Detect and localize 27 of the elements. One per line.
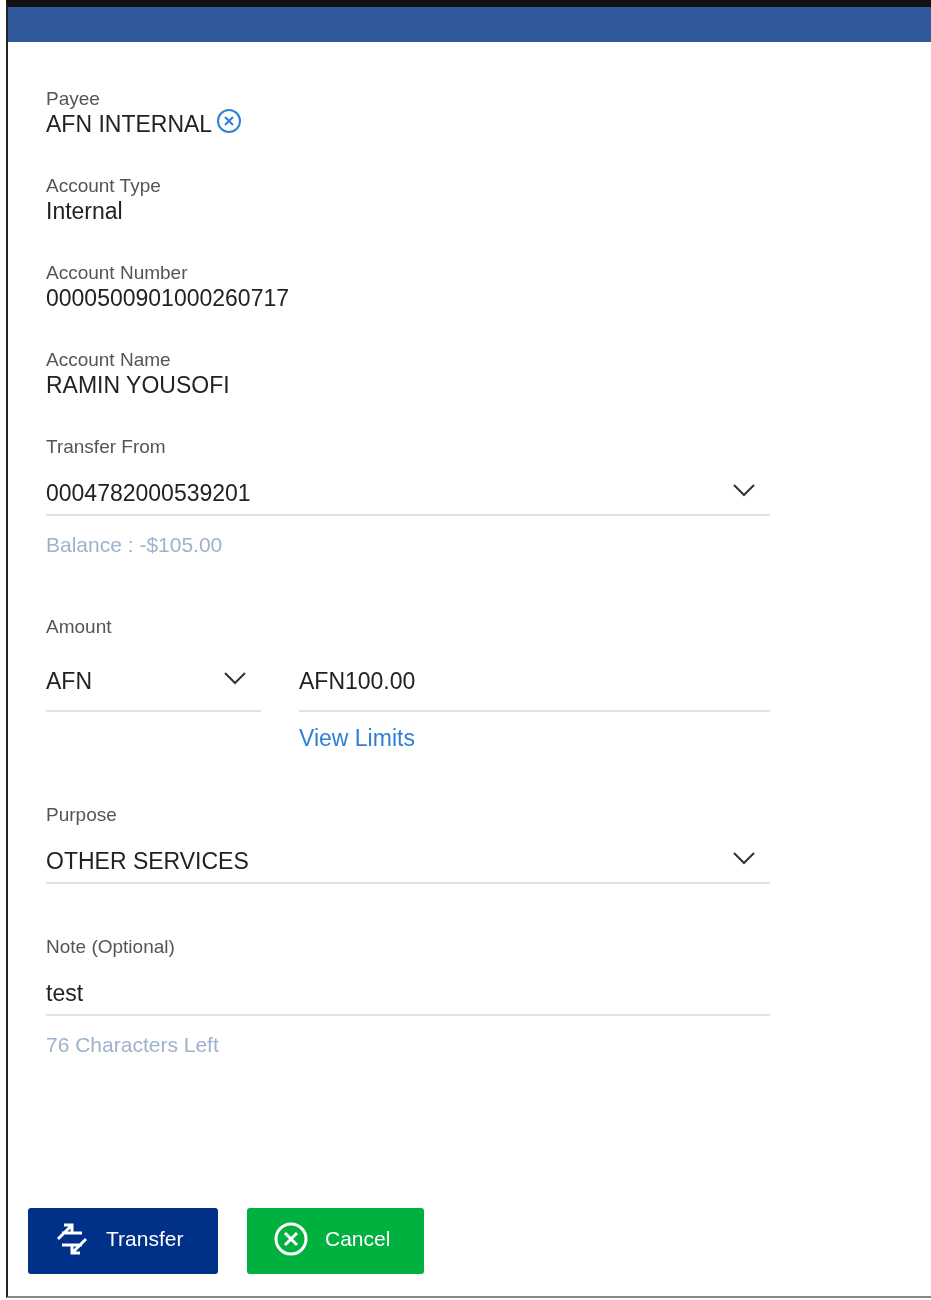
field-label: Account Number [46,262,189,284]
transfer-button[interactable]: Transfer [28,1208,218,1274]
field-label: Account Type [46,175,162,197]
transfer-icon [54,1221,90,1257]
clear-icon[interactable] [216,108,243,134]
balance-text: Balance : -$105.00 [46,532,224,558]
currency-dropdown[interactable]: AFN [46,646,261,712]
field-value: AFN INTERNAL [46,110,213,138]
field-label: Amount [46,616,113,638]
field-label: Payee [46,88,101,110]
character-counter: 76 Characters Left [46,1032,220,1058]
field-label: Purpose [46,804,118,826]
note-field[interactable]: test [46,966,770,1016]
account-dropdown[interactable]: 0004782000539201 [46,466,770,516]
chevron-down-icon[interactable] [223,671,247,685]
field-label: Transfer From [46,436,167,458]
purpose-dropdown[interactable]: OTHER SERVICES [46,834,770,884]
cancel-icon [273,1221,309,1257]
field-value: 0000500901000260717 [46,284,290,312]
chevron-down-icon[interactable] [732,851,756,865]
amount-field[interactable]: AFN100.00 [299,646,770,712]
field-value: RAMIN YOUSOFI [46,371,230,399]
field-label: Note (Optional) [46,936,176,958]
chevron-down-icon[interactable] [732,483,756,497]
field-value: Internal [46,197,123,225]
field-label: Account Name [46,349,172,371]
view-limits-link[interactable]: View Limits [299,724,415,752]
